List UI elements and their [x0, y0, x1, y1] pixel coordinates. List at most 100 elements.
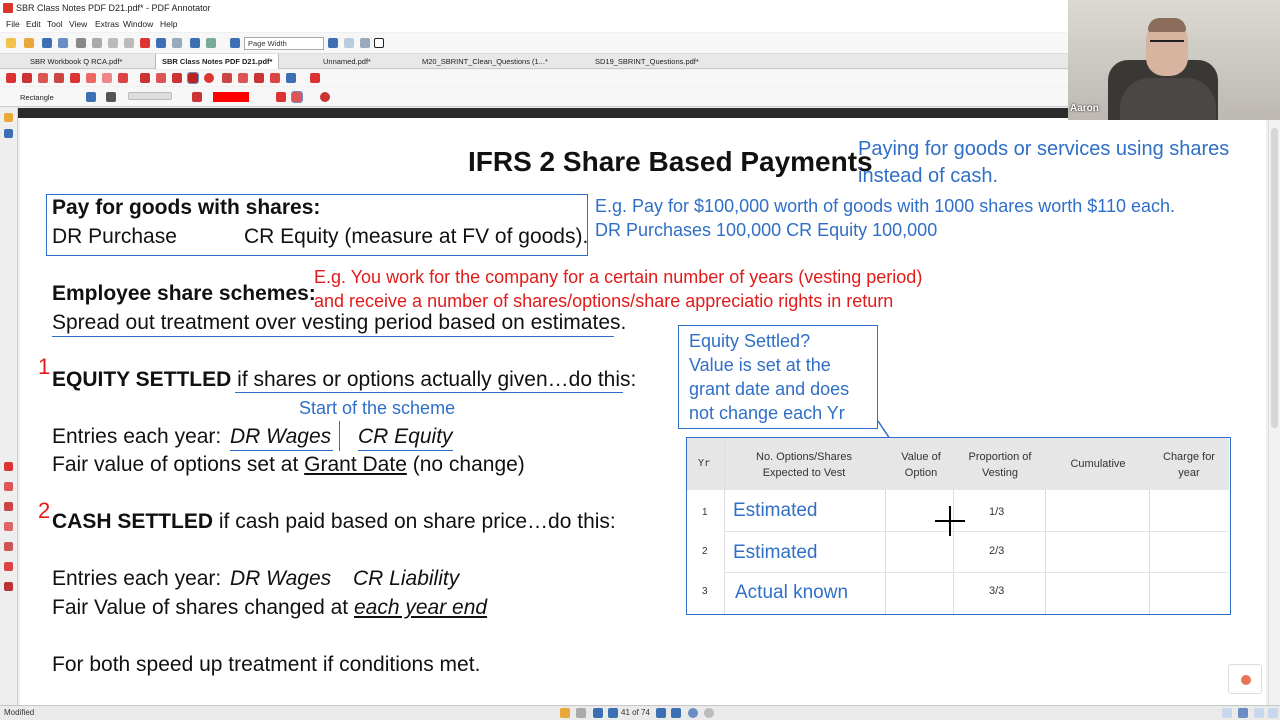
page-indicator[interactable]: 41 of 74 [621, 708, 650, 717]
callout-line-3: grant date and does [689, 379, 850, 399]
equity-underline [235, 392, 623, 393]
arrow-icon[interactable] [172, 73, 182, 83]
pointer-tool-button[interactable] [1228, 664, 1262, 694]
line-width-select[interactable] [128, 92, 172, 100]
menu-edit[interactable]: Edit [26, 19, 41, 29]
vertical-scrollbar[interactable] [1268, 118, 1280, 705]
pen-icon[interactable] [6, 73, 16, 83]
zoom-select[interactable]: Page Width [244, 37, 324, 50]
fv-options-post: (no change) [412, 453, 525, 476]
stamp-icon[interactable] [140, 73, 150, 83]
menu-tool[interactable]: Tool [47, 19, 63, 29]
favorite-pen-2-icon[interactable] [4, 482, 13, 491]
save-icon[interactable] [42, 38, 52, 48]
rectangle-tool-icon[interactable] [187, 72, 199, 84]
open-icon[interactable] [24, 38, 34, 48]
col-divider [724, 438, 725, 614]
menu-window[interactable]: Window [123, 19, 153, 29]
zoom-out-icon[interactable] [230, 38, 240, 48]
favorite-pen-3-icon[interactable] [4, 502, 13, 511]
select-icon[interactable] [206, 38, 216, 48]
insert-image-icon[interactable] [270, 73, 280, 83]
favorite-pen-4-icon[interactable] [4, 522, 13, 531]
paste-icon[interactable] [124, 38, 134, 48]
hand-tool-icon[interactable] [38, 73, 48, 83]
eraser-color-icon[interactable] [320, 92, 330, 102]
hand-icon[interactable] [190, 38, 200, 48]
menu-file[interactable]: File [6, 19, 20, 29]
zoom-tool-icon[interactable] [70, 73, 80, 83]
scroll-thumb[interactable] [1271, 128, 1278, 428]
pay-heading: Pay for goods with shares: [52, 196, 321, 219]
fit-page-icon[interactable] [360, 38, 370, 48]
copy-icon[interactable] [108, 38, 118, 48]
print-icon[interactable] [76, 38, 86, 48]
single-page-view-icon[interactable] [1222, 708, 1232, 718]
continuous-view-icon[interactable] [1238, 708, 1248, 718]
row-divider [724, 531, 1229, 532]
text-tool-icon[interactable] [118, 73, 128, 83]
line-color-icon[interactable] [86, 92, 96, 102]
example-employee-line2: and receive a number of shares/options/s… [314, 291, 894, 311]
next-page-icon[interactable] [656, 708, 666, 718]
tab-sbr-workbook[interactable]: SBR Workbook Q RCA.pdf* [24, 54, 128, 69]
line-style-icon[interactable] [106, 92, 116, 102]
line-icon[interactable] [156, 73, 166, 83]
opacity-icon[interactable] [276, 92, 286, 102]
favorites-icon[interactable] [310, 73, 320, 83]
row1-expected: Estimated [733, 500, 818, 521]
menu-view[interactable]: View [69, 19, 87, 29]
zoom-in-icon[interactable] [328, 38, 338, 48]
menu-extras[interactable]: Extras [95, 19, 119, 29]
shapes-icon[interactable] [286, 73, 296, 83]
cash-settled-text: if cash paid based on share price…do thi… [218, 510, 616, 533]
header-expected: No. Options/Shares Expected to Vest [756, 451, 852, 479]
favorite-pen-icon[interactable] [4, 462, 13, 471]
highlighter-icon[interactable] [102, 73, 112, 83]
equity-entries-label: Entries each year: [52, 425, 222, 448]
forward-icon[interactable] [704, 708, 714, 718]
thumbnails-icon[interactable] [576, 708, 586, 718]
menu-help[interactable]: Help [160, 19, 177, 29]
fullscreen-icon[interactable] [374, 38, 384, 48]
favorite-pen-6-icon[interactable] [4, 562, 13, 571]
link-icon[interactable] [238, 73, 248, 83]
favorite-pen-5-icon[interactable] [4, 542, 13, 551]
redo-icon[interactable] [172, 38, 182, 48]
tab-unnamed[interactable]: Unnamed.pdf* [317, 54, 377, 69]
eraser-icon[interactable] [54, 73, 64, 83]
cr-equity-underline [358, 450, 453, 451]
save-all-icon[interactable] [58, 38, 68, 48]
back-icon[interactable] [688, 708, 698, 718]
callout-line-2: Value is set at the [689, 355, 831, 375]
first-page-icon[interactable] [593, 708, 603, 718]
favorite-pen-7-icon[interactable] [4, 582, 13, 591]
camera-icon[interactable] [254, 73, 264, 83]
new-icon[interactable] [6, 38, 16, 48]
folder-icon[interactable] [560, 708, 570, 718]
fit-width-icon[interactable] [344, 38, 354, 48]
fill-color-icon[interactable] [192, 92, 202, 102]
pay-dr: DR Purchase [52, 225, 177, 248]
two-page-view-icon[interactable] [1254, 708, 1264, 718]
book-view-icon[interactable] [1268, 708, 1278, 718]
bookmarks-panel-icon[interactable] [4, 129, 13, 138]
cut-icon[interactable] [92, 38, 102, 48]
ellipse-icon[interactable] [204, 73, 214, 83]
pencil-icon[interactable] [86, 73, 96, 83]
pen-color-swatch[interactable] [213, 92, 249, 102]
tab-sd19-sbrint[interactable]: SD19_SBRINT_Questions.pdf* [589, 54, 705, 69]
delete-icon[interactable] [140, 38, 150, 48]
tab-sbr-class-notes[interactable]: SBR Class Notes PDF D21.pdf* [155, 54, 280, 69]
equity-divider [339, 421, 340, 451]
tab-m20-sbrint[interactable]: M20_SBRINT_Clean_Questions (1...* [416, 54, 554, 69]
pages-panel-icon[interactable] [4, 113, 13, 122]
pointer-icon[interactable] [22, 73, 32, 83]
pdf-page[interactable]: IFRS 2 Share Based Payments Paying for g… [20, 118, 1266, 705]
page-title: IFRS 2 Share Based Payments [468, 146, 873, 177]
last-page-icon[interactable] [671, 708, 681, 718]
polygon-icon[interactable] [222, 73, 232, 83]
fill-toggle-icon[interactable] [291, 91, 303, 103]
undo-icon[interactable] [156, 38, 166, 48]
previous-page-icon[interactable] [608, 708, 618, 718]
